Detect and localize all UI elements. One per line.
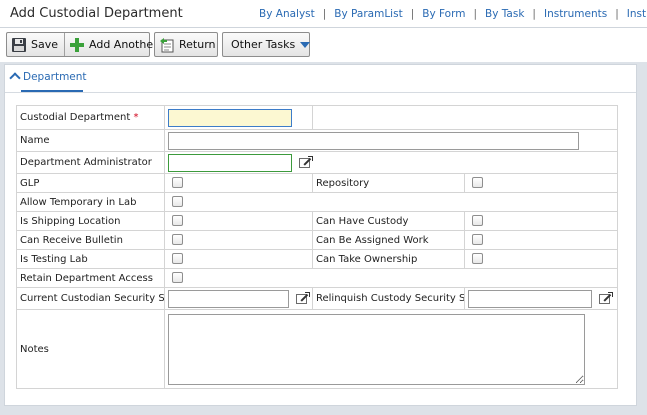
nav-separator: | [532, 8, 536, 20]
retain-department-access-label: Retain Department Access [16, 268, 165, 288]
return-label: Return [179, 38, 216, 51]
department-administrator-value-cell [164, 151, 618, 174]
retain-department-access-value-cell [164, 268, 618, 288]
form-row: Is Testing Lab Can Take Ownership [16, 249, 618, 269]
form-row: Custodial Department * [16, 105, 618, 130]
can-receive-bulletin-checkbox[interactable] [172, 234, 183, 246]
repository-value-cell [464, 173, 618, 193]
plus-icon [69, 37, 85, 53]
name-label: Name [16, 129, 165, 152]
tab-active-indicator [21, 90, 83, 92]
save-button[interactable]: Save [7, 33, 64, 56]
nav-link-instrume-truncated[interactable]: Instrume [627, 8, 647, 20]
add-another-label: Add Another [89, 38, 158, 51]
can-have-custody-label: Can Have Custody [312, 211, 465, 231]
retain-department-access-checkbox[interactable] [172, 272, 183, 284]
custodial-department-input[interactable] [168, 108, 292, 127]
form-row: Is Shipping Location Can Have Custody [16, 211, 618, 231]
nav-link-by-paramlist[interactable]: By ParamList [334, 8, 402, 20]
notes-label: Notes [16, 309, 165, 389]
form-row: GLP Repository [16, 173, 618, 193]
form-row: Department Administrator [16, 151, 618, 174]
current-custodian-security-set-input[interactable] [168, 289, 289, 308]
department-administrator-label: Department Administrator [16, 151, 165, 174]
can-receive-bulletin-value-cell [164, 230, 313, 250]
notes-textarea[interactable] [168, 313, 585, 385]
current-custodian-security-set-value-cell [164, 287, 313, 310]
can-have-custody-checkbox[interactable] [472, 215, 483, 227]
nav-link-by-task[interactable]: By Task [485, 8, 524, 20]
can-take-ownership-checkbox[interactable] [472, 253, 483, 265]
other-tasks-label: Other Tasks [231, 38, 296, 51]
custodial-department-value-cell [164, 105, 313, 130]
external-lookup-icon[interactable] [299, 156, 314, 169]
glp-checkbox[interactable] [172, 177, 183, 189]
save-label: Save [31, 38, 59, 51]
can-have-custody-value-cell [464, 211, 618, 231]
form-row: Retain Department Access [16, 268, 618, 288]
custodial-department-label-cell: Custodial Department * [16, 105, 165, 130]
allow-temporary-in-lab-value-cell [164, 192, 618, 212]
save-add-button-group: Save Add Another [6, 32, 158, 57]
external-lookup-icon[interactable] [599, 292, 614, 305]
relinquish-custody-security-set-input[interactable] [468, 289, 592, 308]
nav-separator: | [410, 8, 415, 20]
is-testing-lab-checkbox[interactable] [172, 253, 183, 265]
return-document-icon [159, 37, 175, 53]
allow-temporary-in-lab-label: Allow Temporary in Lab [16, 192, 165, 212]
required-marker: * [133, 112, 139, 123]
can-take-ownership-label: Can Take Ownership [312, 249, 465, 269]
nav-link-instruments[interactable]: Instruments [544, 8, 607, 20]
other-tasks-button[interactable]: Other Tasks [222, 32, 311, 57]
form-row: Current Custodian Security Set Relinquis… [16, 287, 618, 310]
external-lookup-icon[interactable] [296, 292, 311, 305]
name-input[interactable] [168, 131, 579, 150]
glp-label: GLP [16, 173, 165, 193]
form-row: Allow Temporary in Lab [16, 192, 618, 212]
floppy-disk-icon [11, 37, 27, 53]
relinquish-custody-security-set-label: Relinquish Custody Security Set [312, 287, 465, 310]
panel-tab-bar: Department [5, 65, 636, 93]
repository-checkbox[interactable] [472, 177, 483, 189]
nav-link-by-form[interactable]: By Form [422, 8, 465, 20]
repository-label: Repository [312, 173, 465, 193]
form-row: Name [16, 129, 618, 152]
can-be-assigned-work-checkbox[interactable] [472, 234, 483, 246]
department-administrator-input[interactable] [168, 153, 292, 172]
notes-value-cell [164, 309, 618, 389]
tab-department[interactable]: Department [23, 71, 87, 83]
add-another-button[interactable]: Add Another [64, 33, 164, 56]
is-shipping-location-checkbox[interactable] [172, 215, 183, 227]
empty-cell [312, 105, 618, 130]
glp-value-cell [164, 173, 313, 193]
department-form: Custodial Department * Name Department A… [16, 105, 618, 389]
current-custodian-security-set-label: Current Custodian Security Set [16, 287, 165, 310]
is-testing-lab-value-cell [164, 249, 313, 269]
nav-link-by-analyst[interactable]: By Analyst [259, 8, 315, 20]
page-title: Add Custodial Department [10, 6, 183, 21]
department-panel: Department Custodial Department * Name D… [4, 64, 637, 406]
can-be-assigned-work-label: Can Be Assigned Work [312, 230, 465, 250]
form-row: Notes [16, 309, 618, 389]
nav-links: By Analyst | By ParamList | By Form | By Task |… [259, 8, 647, 20]
form-row: Can Receive Bulletin Can Be Assigned Wor… [16, 230, 618, 250]
is-shipping-location-label: Is Shipping Location [16, 211, 165, 231]
chevron-down-icon [300, 41, 311, 48]
custodial-department-label: Custodial Department [20, 112, 131, 123]
name-value-cell [164, 129, 618, 152]
allow-temporary-in-lab-checkbox[interactable] [172, 196, 183, 208]
title-bar: Add Custodial Department By Analyst | By P… [0, 0, 647, 28]
relinquish-custody-security-set-value-cell [464, 287, 618, 310]
can-receive-bulletin-label: Can Receive Bulletin [16, 230, 165, 250]
is-shipping-location-value-cell [164, 211, 313, 231]
collapse-chevron-icon[interactable] [9, 72, 21, 84]
can-be-assigned-work-value-cell [464, 230, 618, 250]
is-testing-lab-label: Is Testing Lab [16, 249, 165, 269]
can-take-ownership-value-cell [464, 249, 618, 269]
nav-separator: | [473, 8, 477, 20]
return-button[interactable]: Return [154, 32, 218, 57]
toolbar: Save Add Another Return Other Tasks [0, 28, 647, 62]
nav-separator: | [322, 8, 327, 20]
nav-separator: | [615, 8, 619, 20]
